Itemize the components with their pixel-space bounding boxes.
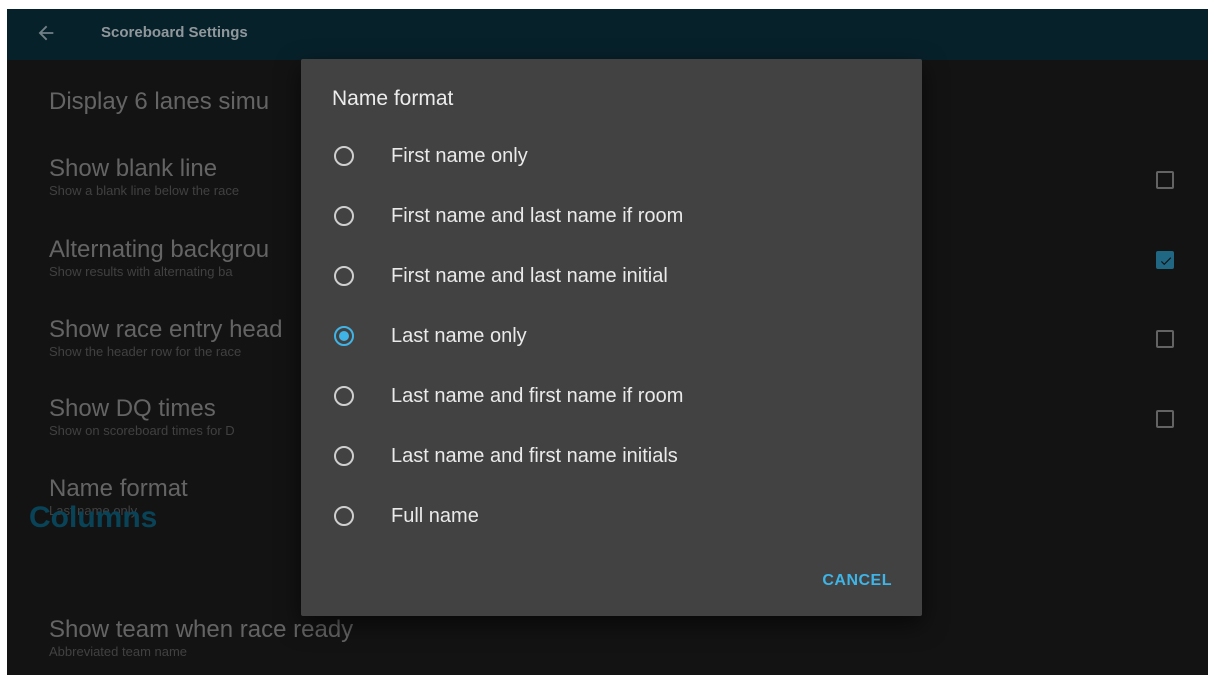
option-label: First name and last name if room xyxy=(391,205,684,227)
name-format-dialog: Name format First name only First name a… xyxy=(301,59,922,616)
radio-button[interactable] xyxy=(334,146,354,166)
option-label: Last name and first name if room xyxy=(391,385,684,407)
radio-option-last-first-initials[interactable]: Last name and first name initials xyxy=(301,427,922,487)
radio-button[interactable] xyxy=(334,446,354,466)
radio-button[interactable] xyxy=(334,506,354,526)
option-label: First name and last name initial xyxy=(391,265,668,287)
radio-button[interactable] xyxy=(334,386,354,406)
radio-group: First name only First name and last name… xyxy=(301,127,922,547)
option-label: Full name xyxy=(391,505,479,527)
radio-option-first-last-if-room[interactable]: First name and last name if room xyxy=(301,187,922,247)
radio-button[interactable] xyxy=(334,266,354,286)
radio-button[interactable] xyxy=(334,206,354,226)
radio-option-full-name[interactable]: Full name xyxy=(301,487,922,547)
option-label: Last name only xyxy=(391,325,527,347)
radio-option-first-last-initial[interactable]: First name and last name initial xyxy=(301,247,922,307)
radio-option-last-name-only[interactable]: Last name only xyxy=(301,307,922,367)
radio-option-first-name-only[interactable]: First name only xyxy=(301,127,922,187)
settings-screen: Scoreboard Settings Display 6 lanes simu… xyxy=(7,9,1208,675)
cancel-button[interactable]: CANCEL xyxy=(822,572,892,590)
radio-option-last-first-if-room[interactable]: Last name and first name if room xyxy=(301,367,922,427)
option-label: First name only xyxy=(391,145,528,167)
option-label: Last name and first name initials xyxy=(391,445,678,467)
dialog-title: Name format xyxy=(332,87,454,110)
radio-button-selected[interactable] xyxy=(334,326,354,346)
